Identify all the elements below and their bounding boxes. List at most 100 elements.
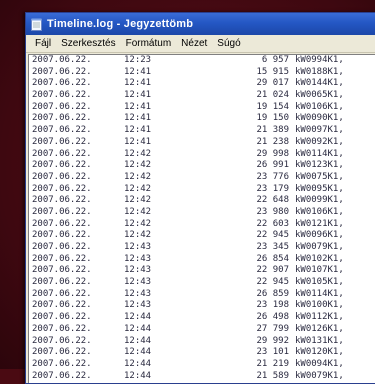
log-date: 2007.06.22. [32, 160, 92, 171]
log-value: kW0099K1, [295, 195, 344, 206]
log-number: 21 389 [256, 125, 289, 136]
log-time: 12:43 [124, 277, 152, 288]
log-date: 2007.06.22. [32, 195, 92, 206]
log-number: 23 345 [256, 242, 289, 252]
log-line: 2007.06.22. 12:42 23 776 kW0075K1, [29, 172, 375, 184]
log-value: kW0114K1, [295, 288, 344, 299]
log-date: 2007.06.22. [32, 206, 92, 217]
log-line: 2007.06.22. 12:41 21 389 kW0097K1, [29, 125, 375, 137]
log-value: kW0106K1, [295, 101, 344, 112]
log-value: kW0126K1, [295, 323, 344, 334]
log-number: 6 957 [261, 55, 289, 65]
log-number: 19 150 [256, 113, 289, 124]
log-date: 2007.06.22. [32, 218, 92, 229]
log-number: 23 980 [256, 206, 289, 217]
log-time: 12:43 [124, 265, 152, 276]
log-date: 2007.06.22. [32, 242, 92, 252]
log-date: 2007.06.22. [32, 253, 92, 264]
log-date: 2007.06.22. [32, 136, 92, 147]
log-number: 21 238 [256, 136, 289, 147]
log-number: 21 589 [256, 370, 289, 381]
log-number: 21 024 [256, 90, 289, 101]
log-number: 22 945 [256, 230, 289, 241]
log-time: 12:44 [124, 312, 152, 323]
log-value: kW0090K1, [295, 113, 344, 124]
notepad-window[interactable]: Timeline.log - Jegyzettömb Fájl Szerkesz… [25, 12, 375, 384]
log-line: 2007.06.22. 12:41 19 154 kW0106K1, [29, 102, 375, 114]
log-number: 29 017 [256, 78, 289, 89]
log-date: 2007.06.22. [32, 312, 92, 323]
log-number: 23 776 [256, 171, 289, 182]
log-time: 12:42 [124, 206, 152, 217]
log-line: 2007.06.22. 12:43 23 345 kW0079K1, [29, 242, 375, 254]
menu-format[interactable]: Formátum [121, 38, 177, 49]
log-date: 2007.06.22. [32, 335, 92, 346]
title-bar[interactable]: Timeline.log - Jegyzettömb [26, 13, 375, 35]
log-line: 2007.06.22. 12:44 27 799 kW0126K1, [29, 324, 375, 336]
log-value: kW0112K1, [295, 312, 344, 323]
log-date: 2007.06.22. [32, 265, 92, 276]
log-value: kW0123K1, [295, 160, 344, 171]
menu-edit[interactable]: Szerkesztés [56, 38, 120, 49]
log-time: 12:43 [124, 288, 152, 299]
log-number: 22 945 [256, 277, 289, 288]
log-line: 2007.06.22. 12:41 29 017 kW0144K1, [29, 78, 375, 90]
log-date: 2007.06.22. [32, 347, 92, 358]
log-date: 2007.06.22. [32, 55, 92, 65]
log-line: 2007.06.22. 12:44 21 589 kW0079K1, [29, 371, 375, 383]
log-time: 12:42 [124, 183, 152, 194]
log-time: 12:41 [124, 101, 152, 112]
log-number: 26 854 [256, 253, 289, 264]
log-line: 2007.06.22. 12:43 22 945 kW0105K1, [29, 277, 375, 289]
log-number: 15 915 [256, 66, 289, 77]
log-line: 2007.06.22. 12:23 6 957 kW0994K1, [29, 55, 375, 67]
log-line: 2007.06.22. 12:43 23 198 kW0100K1, [29, 300, 375, 312]
log-time: 12:42 [124, 160, 152, 171]
log-value: kW0095K1, [295, 183, 344, 194]
log-date: 2007.06.22. [32, 78, 92, 89]
log-time: 12:44 [124, 335, 152, 346]
log-number: 22 907 [256, 265, 289, 276]
log-date: 2007.06.22. [32, 300, 92, 311]
log-date: 2007.06.22. [32, 125, 92, 136]
log-number: 22 603 [256, 218, 289, 229]
log-value: kW0121K1, [295, 218, 344, 229]
log-value: kW0114K1, [295, 148, 344, 159]
log-time: 12:44 [124, 347, 152, 358]
log-line: 2007.06.22. 12:42 22 945 kW0096K1, [29, 230, 375, 242]
log-time: 12:42 [124, 230, 152, 241]
menu-help[interactable]: Súgó [212, 38, 245, 49]
log-line: 2007.06.22. 12:41 15 915 kW0188K1, [29, 67, 375, 79]
log-line: 2007.06.22. 12:42 29 998 kW0114K1, [29, 149, 375, 161]
log-line: 2007.06.22. 12:44 23 101 kW0120K1, [29, 347, 375, 359]
log-value: kW0131K1, [295, 335, 344, 346]
log-value: kW0994K1, [295, 55, 344, 65]
text-editor-area[interactable]: 2007.06.22. 12:23 6 957 kW0994K1, 2007.06.22… [28, 54, 375, 383]
log-number: 29 998 [256, 148, 289, 159]
log-value: kW0079K1, [295, 242, 344, 252]
log-time: 12:43 [124, 300, 152, 311]
log-value: kW0120K1, [295, 347, 344, 358]
log-time: 12:41 [124, 113, 152, 124]
log-value: kW0065K1, [295, 90, 344, 101]
log-number: 26 991 [256, 160, 289, 171]
log-time: 12:43 [124, 242, 152, 252]
log-time: 12:42 [124, 218, 152, 229]
log-value: kW0096K1, [295, 230, 344, 241]
log-time: 12:42 [124, 148, 152, 159]
log-time: 12:41 [124, 66, 152, 77]
log-value: kW0097K1, [295, 125, 344, 136]
log-line: 2007.06.22. 12:41 21 238 kW0092K1, [29, 137, 375, 149]
log-line: 2007.06.22. 12:41 19 150 kW0090K1, [29, 113, 375, 125]
log-time: 12:23 [124, 55, 152, 65]
menu-file[interactable]: Fájl [30, 38, 56, 49]
log-number: 26 859 [256, 288, 289, 299]
menu-view[interactable]: Nézet [176, 38, 212, 49]
log-line: 2007.06.22. 12:44 26 498 kW0112K1, [29, 312, 375, 324]
log-date: 2007.06.22. [32, 370, 92, 381]
log-date: 2007.06.22. [32, 171, 92, 182]
notepad-icon [30, 17, 42, 31]
log-date: 2007.06.22. [32, 288, 92, 299]
log-value: kW0092K1, [295, 136, 344, 147]
log-date: 2007.06.22. [32, 66, 92, 77]
